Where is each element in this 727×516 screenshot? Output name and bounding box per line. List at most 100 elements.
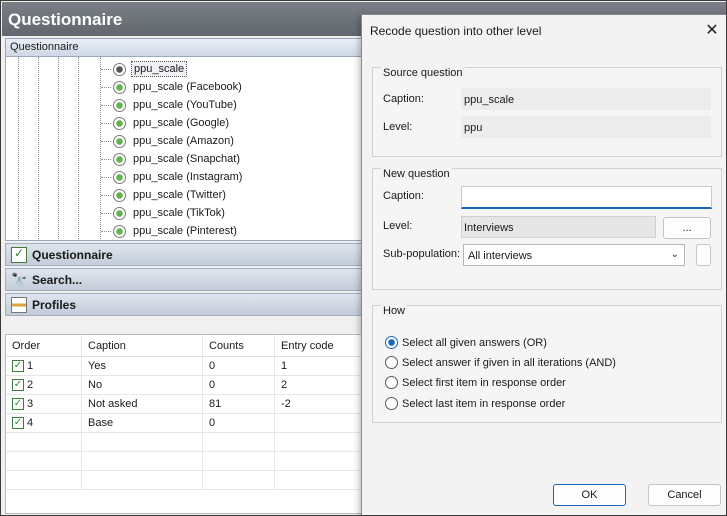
close-icon[interactable]: ✕ [702, 21, 722, 41]
tree-item[interactable]: ppu_scale (YouTube) [101, 96, 239, 114]
tree-item[interactable]: ppu_scale (Snapchat) [101, 150, 242, 168]
new-level-value: Interviews [461, 216, 656, 238]
option-last[interactable]: Select last item in response order [385, 397, 565, 410]
order-cell: 3 [27, 398, 34, 410]
column-header-caption[interactable]: Caption [82, 335, 203, 356]
main-window: Questionnaire Questionnaire ppu_scale pp… [0, 0, 727, 516]
radio-selected[interactable] [385, 336, 398, 349]
new-question-group: New question Caption: Level: Interviews … [372, 168, 722, 290]
question-node-icon [113, 170, 126, 184]
question-node-icon [113, 152, 126, 166]
question-node-icon [113, 206, 126, 220]
tree-item[interactable]: ppu_scale [101, 60, 188, 78]
tree-item-label: ppu_scale [131, 61, 188, 77]
option-and[interactable]: Select answer if given in all iterations… [385, 356, 616, 369]
option-first-label: Select first item in response order [402, 376, 566, 389]
question-node-icon [113, 116, 126, 130]
questionnaire-icon: ✓ [11, 246, 27, 263]
table-row[interactable]: ✓ 1 Yes 0 1 [6, 357, 364, 376]
radio[interactable] [385, 356, 398, 369]
caption-cell: Yes [82, 357, 203, 375]
source-caption-label: Caption: [383, 93, 424, 105]
question-node-icon [113, 188, 126, 202]
cancel-button[interactable]: Cancel [648, 484, 721, 506]
panel-search[interactable]: 🔭 Search... [5, 268, 365, 291]
counts-cell: 0 [203, 414, 275, 432]
entry-code-cell: 1 [281, 360, 288, 372]
source-level-value: ppu [461, 116, 711, 138]
tree-item-label: ppu_scale (Facebook) [133, 81, 242, 93]
entry-code-cell: -2 [281, 398, 291, 410]
group-title: How [381, 305, 408, 317]
source-question-group: Source question Caption: ppu_scale Level… [372, 67, 722, 157]
table-row[interactable]: ✓ 2 No 0 2 [6, 376, 364, 395]
radio[interactable] [385, 397, 398, 410]
how-group: How Select all given answers (OR) Select… [372, 305, 722, 423]
tree-item-label: ppu_scale (Snapchat) [133, 153, 241, 165]
group-title: Source question [381, 67, 465, 79]
option-and-label: Select answer if given in all iterations… [402, 356, 616, 369]
source-level-label: Level: [383, 121, 413, 133]
tree-item[interactable]: ppu_scale (TikTok) [101, 204, 227, 222]
column-header-order[interactable]: Order [6, 335, 82, 356]
panel-search-label: Search... [32, 272, 83, 287]
source-caption-value: ppu_scale [461, 88, 711, 110]
tree-guide-line [58, 57, 59, 240]
table-row [6, 471, 364, 490]
option-or-label: Select all given answers (OR) [402, 336, 547, 349]
caption-cell: No [82, 376, 203, 394]
panel-profiles-label: Profiles [32, 297, 77, 312]
tree-header: Questionnaire [5, 38, 365, 57]
question-node-icon [113, 134, 126, 148]
table-row[interactable]: ✓ 4 Base 0 [6, 414, 364, 433]
counts-cell: 81 [203, 395, 275, 413]
question-node-icon [113, 62, 126, 76]
subpop-extra-button[interactable] [696, 244, 711, 266]
new-level-label: Level: [383, 220, 413, 232]
question-node-icon [113, 80, 126, 94]
subpop-label: Sub-population: [383, 248, 461, 260]
tree-item-label: ppu_scale (Instagram) [133, 171, 243, 183]
new-caption-label: Caption: [383, 190, 424, 202]
tree-item-label: ppu_scale (Twitter) [133, 189, 226, 201]
column-header-counts[interactable]: Counts [203, 335, 275, 356]
row-checkbox[interactable]: ✓ [12, 398, 24, 410]
entry-code-cell [275, 414, 364, 432]
table-row[interactable]: ✓ 3 Not asked 81 -2 [6, 395, 364, 414]
panel-questionnaire[interactable]: ✓ Questionnaire [5, 243, 365, 266]
option-first[interactable]: Select first item in response order [385, 376, 566, 389]
tree-item[interactable]: ppu_scale (Twitter) [101, 186, 228, 204]
question-node-icon [113, 224, 126, 238]
tree-item-label: ppu_scale (YouTube) [133, 99, 237, 111]
column-header-entry-code[interactable]: Entry code [275, 335, 364, 356]
codes-table: Order Caption Counts Entry code ✓ 1 Yes 0… [5, 334, 365, 514]
subpop-dropdown[interactable]: All interviews ⌄ [463, 244, 685, 266]
browse-level-button[interactable]: ... [663, 217, 711, 239]
tree-item-label: ppu_scale (TikTok) [133, 207, 225, 219]
radio[interactable] [385, 376, 398, 389]
chevron-down-icon: ⌄ [670, 249, 679, 260]
row-checkbox[interactable]: ✓ [12, 360, 24, 372]
question-tree[interactable]: ppu_scale ppu_scale (Facebook) ppu_scale… [5, 57, 365, 241]
caption-cell: Base [82, 414, 203, 432]
tree-item[interactable]: ppu_scale (Google) [101, 114, 231, 132]
tree-item[interactable]: ppu_scale (Instagram) [101, 168, 244, 186]
new-caption-input[interactable] [461, 186, 712, 209]
tree-item[interactable]: ppu_scale (Pinterest) [101, 222, 239, 240]
binoculars-icon: 🔭 [11, 271, 28, 287]
row-checkbox[interactable]: ✓ [12, 417, 24, 429]
tree-item-label: ppu_scale (Google) [133, 117, 230, 129]
tree-item[interactable]: ppu_scale (Amazon) [101, 132, 236, 150]
tree-item-label: ppu_scale (Amazon) [133, 135, 234, 147]
option-or[interactable]: Select all given answers (OR) [385, 336, 547, 349]
ok-button[interactable]: OK [553, 484, 626, 506]
panel-profiles[interactable]: Profiles [5, 293, 365, 316]
subpop-selected-value: All interviews [468, 250, 533, 262]
recode-dialog: Recode question into other level ✕ Sourc… [361, 14, 726, 515]
tree-item-label: ppu_scale (Pinterest) [133, 225, 237, 237]
option-last-label: Select last item in response order [402, 397, 566, 410]
row-checkbox[interactable]: ✓ [12, 379, 24, 391]
counts-cell: 0 [203, 357, 275, 375]
table-row [6, 452, 364, 471]
tree-item[interactable]: ppu_scale (Facebook) [101, 78, 244, 96]
